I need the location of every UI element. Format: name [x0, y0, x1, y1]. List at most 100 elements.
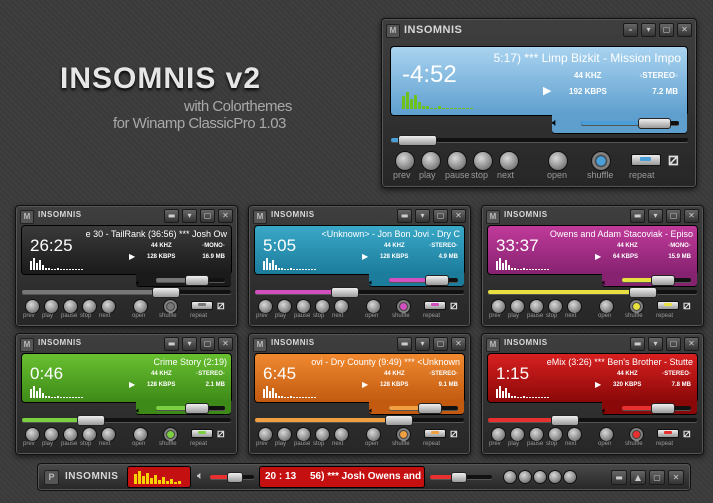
mini-volume-slider[interactable] — [210, 472, 254, 483]
title-bar[interactable]: M INSOMNIS ▬ ▾ ▢ ✕ — [253, 337, 466, 352]
close-button[interactable]: ✕ — [451, 337, 466, 351]
seek-bar[interactable] — [255, 415, 464, 426]
song-display[interactable]: 26:25 e 30 - TailRank (36:56) *** Josh O… — [22, 226, 231, 274]
minimize-button[interactable]: – — [623, 23, 638, 37]
elapsed-time[interactable]: 33:37 — [496, 236, 539, 256]
shade-button[interactable]: ▾ — [648, 337, 663, 351]
restore-button[interactable]: ▢ — [666, 337, 681, 351]
seek-bar[interactable] — [488, 287, 697, 298]
minimize-button[interactable]: ▬ — [164, 337, 179, 351]
elapsed-time[interactable]: 5:05 — [263, 236, 296, 256]
prev-button[interactable] — [25, 299, 40, 314]
volume-slider[interactable] — [156, 275, 225, 286]
seek-bar[interactable] — [488, 415, 697, 426]
menu-icon[interactable]: M — [253, 210, 267, 224]
elapsed-time[interactable]: -4:52 — [402, 61, 457, 89]
volume-icon[interactable]: 🔈︎ — [136, 278, 141, 287]
open-button[interactable] — [133, 427, 148, 442]
spectrum-visualizer[interactable] — [496, 258, 549, 270]
song-display[interactable]: 1:15 eMix (3:26) *** Ben's Brother - Stu… — [488, 354, 697, 402]
close-button[interactable]: ✕ — [218, 337, 233, 351]
mini-seek-slider[interactable] — [430, 472, 492, 483]
next-button[interactable] — [334, 427, 349, 442]
shuffle-button[interactable] — [591, 151, 611, 171]
seek-bar[interactable] — [255, 287, 464, 298]
stop-button[interactable] — [473, 151, 493, 171]
shuffle-button[interactable] — [163, 299, 178, 314]
mini-shade-button[interactable]: ▲ — [630, 470, 646, 485]
prev-button[interactable] — [491, 299, 506, 314]
restore-button[interactable]: ▢ — [200, 209, 215, 223]
restore-button[interactable]: ▢ — [433, 337, 448, 351]
minimize-button[interactable]: ▬ — [630, 209, 645, 223]
volume-slider[interactable] — [389, 403, 458, 414]
shuffle-button[interactable] — [396, 299, 411, 314]
stop-button[interactable] — [82, 299, 97, 314]
shade-button[interactable]: ▾ — [182, 337, 197, 351]
insomnis-logo-icon[interactable]: ⧄ — [450, 426, 458, 441]
play-button[interactable] — [277, 299, 292, 314]
spectrum-visualizer[interactable] — [30, 258, 83, 270]
restore-button[interactable]: ▢ — [200, 337, 215, 351]
volume-slider[interactable] — [389, 275, 458, 286]
insomnis-logo-icon[interactable]: ⧄ — [683, 298, 691, 313]
prev-button[interactable] — [395, 151, 415, 171]
stop-button[interactable] — [82, 427, 97, 442]
menu-icon[interactable]: M — [386, 24, 400, 38]
menu-icon[interactable]: M — [20, 338, 34, 352]
volume-icon[interactable]: 🔈︎ — [602, 278, 607, 287]
minimize-button[interactable]: ▬ — [164, 209, 179, 223]
open-button[interactable] — [599, 427, 614, 442]
volume-slider[interactable] — [622, 275, 691, 286]
menu-icon[interactable]: M — [486, 338, 500, 352]
menu-icon[interactable]: M — [253, 338, 267, 352]
mini-restore-button[interactable]: ▢ — [649, 470, 665, 485]
stop-button[interactable] — [548, 299, 563, 314]
title-bar[interactable]: M INSOMNIS ▬ ▾ ▢ ✕ — [486, 209, 699, 224]
pause-button[interactable] — [296, 427, 311, 442]
stop-button[interactable] — [315, 427, 330, 442]
minimize-button[interactable]: ▬ — [397, 337, 412, 351]
play-button[interactable] — [44, 427, 59, 442]
close-button[interactable]: ✕ — [677, 23, 692, 37]
pause-button[interactable] — [533, 470, 547, 484]
title-bar[interactable]: M INSOMNIS ▬ ▾ ▢ ✕ — [486, 337, 699, 352]
seek-bar[interactable] — [391, 135, 688, 146]
shuffle-button[interactable] — [163, 427, 178, 442]
next-button[interactable] — [101, 299, 116, 314]
open-button[interactable] — [133, 299, 148, 314]
pause-button[interactable] — [296, 299, 311, 314]
prev-button[interactable] — [503, 470, 517, 484]
menu-icon[interactable]: M — [486, 210, 500, 224]
song-display[interactable]: 0:46 Crime Story (2:19) ▶ 44 KHZ 128 KBP… — [22, 354, 231, 402]
shade-button[interactable]: ▾ — [648, 209, 663, 223]
shuffle-button[interactable] — [629, 299, 644, 314]
shade-button[interactable]: ▾ — [182, 209, 197, 223]
mini-close-button[interactable]: ✕ — [668, 470, 684, 485]
insomnis-logo-icon[interactable]: ⧄ — [668, 150, 679, 170]
song-display[interactable]: 33:37 Owens and Adam Stacoviak - Episo ▶… — [488, 226, 697, 274]
volume-icon[interactable]: 🔈︎ — [369, 278, 374, 287]
prev-button[interactable] — [258, 299, 273, 314]
mini-volume-icon[interactable]: 🔈︎ — [197, 470, 204, 483]
restore-button[interactable]: ▢ — [659, 23, 674, 37]
prev-button[interactable] — [258, 427, 273, 442]
volume-icon[interactable]: 🔈︎ — [552, 117, 559, 129]
play-button[interactable] — [510, 299, 525, 314]
close-button[interactable]: ✕ — [684, 209, 699, 223]
seek-bar[interactable] — [22, 287, 231, 298]
restore-button[interactable]: ▢ — [666, 209, 681, 223]
restore-button[interactable]: ▢ — [433, 209, 448, 223]
shade-button[interactable]: ▾ — [415, 209, 430, 223]
seek-bar[interactable] — [22, 415, 231, 426]
next-button[interactable] — [101, 427, 116, 442]
open-button[interactable] — [366, 299, 381, 314]
minimize-button[interactable]: ▬ — [397, 209, 412, 223]
play-button[interactable] — [510, 427, 525, 442]
minimize-button[interactable]: ▬ — [630, 337, 645, 351]
elapsed-time[interactable]: 0:46 — [30, 364, 63, 384]
open-button[interactable] — [548, 151, 568, 171]
volume-slider[interactable] — [581, 118, 679, 129]
stop-button[interactable] — [315, 299, 330, 314]
next-button[interactable] — [563, 470, 577, 484]
